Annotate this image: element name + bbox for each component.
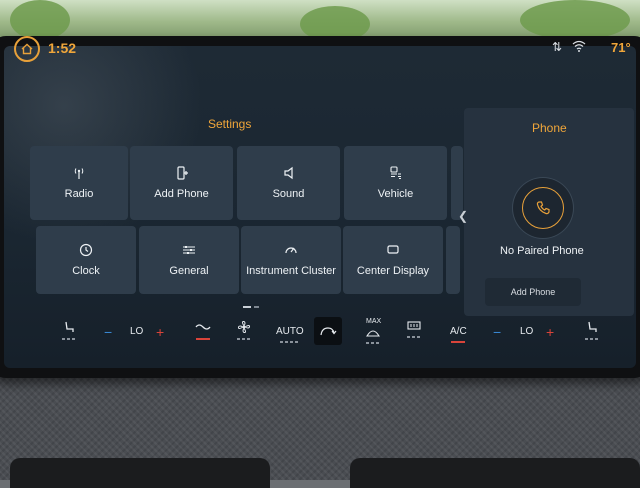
driver-temp-minus[interactable]: − — [104, 324, 112, 340]
auto-climate-button[interactable]: AUTO — [276, 326, 304, 343]
tile-clock[interactable]: Clock — [36, 226, 136, 294]
phone-call-button[interactable] — [513, 178, 573, 238]
tile-radio[interactable]: Radio — [30, 146, 128, 220]
home-icon — [21, 43, 33, 55]
passenger-temp-plus[interactable]: + — [546, 324, 554, 340]
tile-label: General — [169, 265, 209, 277]
fan-speed-button[interactable] — [237, 320, 251, 340]
recirculation-icon — [320, 327, 337, 336]
tile-label: Center Display — [356, 265, 430, 277]
phone-status-text: No Paired Phone — [500, 245, 584, 257]
tile-sound[interactable]: Sound — [237, 146, 340, 220]
settings-title: Settings — [208, 117, 252, 131]
tile-label: Vehicle — [377, 188, 414, 200]
vehicle-settings-icon — [389, 166, 401, 180]
gauge-icon — [285, 247, 297, 254]
antenna-icon — [74, 168, 84, 179]
tile-instrument-cluster[interactable]: Instrument Cluster — [241, 226, 341, 294]
tile-add-phone[interactable]: Add Phone — [130, 146, 233, 220]
tile-label: Add Phone — [154, 188, 209, 200]
sliders-icon — [183, 246, 195, 254]
passenger-seat-heat-button[interactable] — [585, 320, 599, 340]
clock-readout: 1:52 — [48, 40, 77, 56]
passenger-temp-readout: LO — [520, 326, 534, 337]
tile-label: Clock — [72, 265, 100, 277]
tile-label: Radio — [64, 188, 94, 200]
fan-icon — [237, 320, 251, 334]
display-icon — [387, 245, 399, 254]
seat-icon — [65, 321, 74, 332]
phone-plus-icon — [176, 166, 188, 180]
tile-label: Sound — [272, 188, 305, 200]
max-defrost-button[interactable] — [366, 328, 380, 344]
driver-seat-heat-button[interactable] — [62, 320, 76, 340]
wifi-icon — [572, 40, 586, 52]
driver-temp-plus[interactable]: + — [156, 324, 164, 340]
max-defrost-label: MAX — [366, 318, 382, 325]
tile-center-display[interactable]: Center Display — [343, 226, 443, 294]
tile-label: Instrument Cluster — [246, 265, 336, 277]
add-phone-button[interactable]: Add Phone — [485, 278, 581, 306]
tile-vehicle[interactable]: Vehicle — [344, 146, 447, 220]
airflow-mode-button[interactable] — [195, 320, 211, 340]
chevron-left-icon[interactable]: ❮ — [458, 209, 468, 223]
ac-button[interactable]: A/C — [450, 326, 467, 343]
phone-handset-icon — [536, 201, 550, 215]
phone-panel-title: Phone — [532, 121, 567, 135]
air-vent-right — [350, 458, 640, 488]
tile-general[interactable]: General — [139, 226, 239, 294]
rear-defrost-icon — [407, 321, 421, 330]
rear-defrost-button[interactable] — [407, 320, 421, 338]
outside-temperature: 71° — [611, 40, 631, 55]
passenger-temp-minus[interactable]: − — [493, 324, 501, 340]
swap-arrows-icon: ⇅ — [552, 40, 563, 54]
page-indicator — [243, 306, 259, 308]
air-vent-left — [10, 458, 270, 488]
recirculation-button[interactable] — [314, 317, 342, 345]
home-button[interactable] — [14, 36, 40, 62]
front-defrost-icon — [366, 330, 380, 337]
driver-temp-readout: LO — [130, 326, 144, 337]
status-icons: ⇅ — [552, 40, 586, 54]
clock-icon — [79, 243, 93, 257]
airflow-icon — [195, 324, 211, 330]
seat-icon — [588, 321, 597, 332]
speaker-icon — [283, 166, 293, 180]
tile-partial-next-row2[interactable] — [446, 226, 460, 294]
